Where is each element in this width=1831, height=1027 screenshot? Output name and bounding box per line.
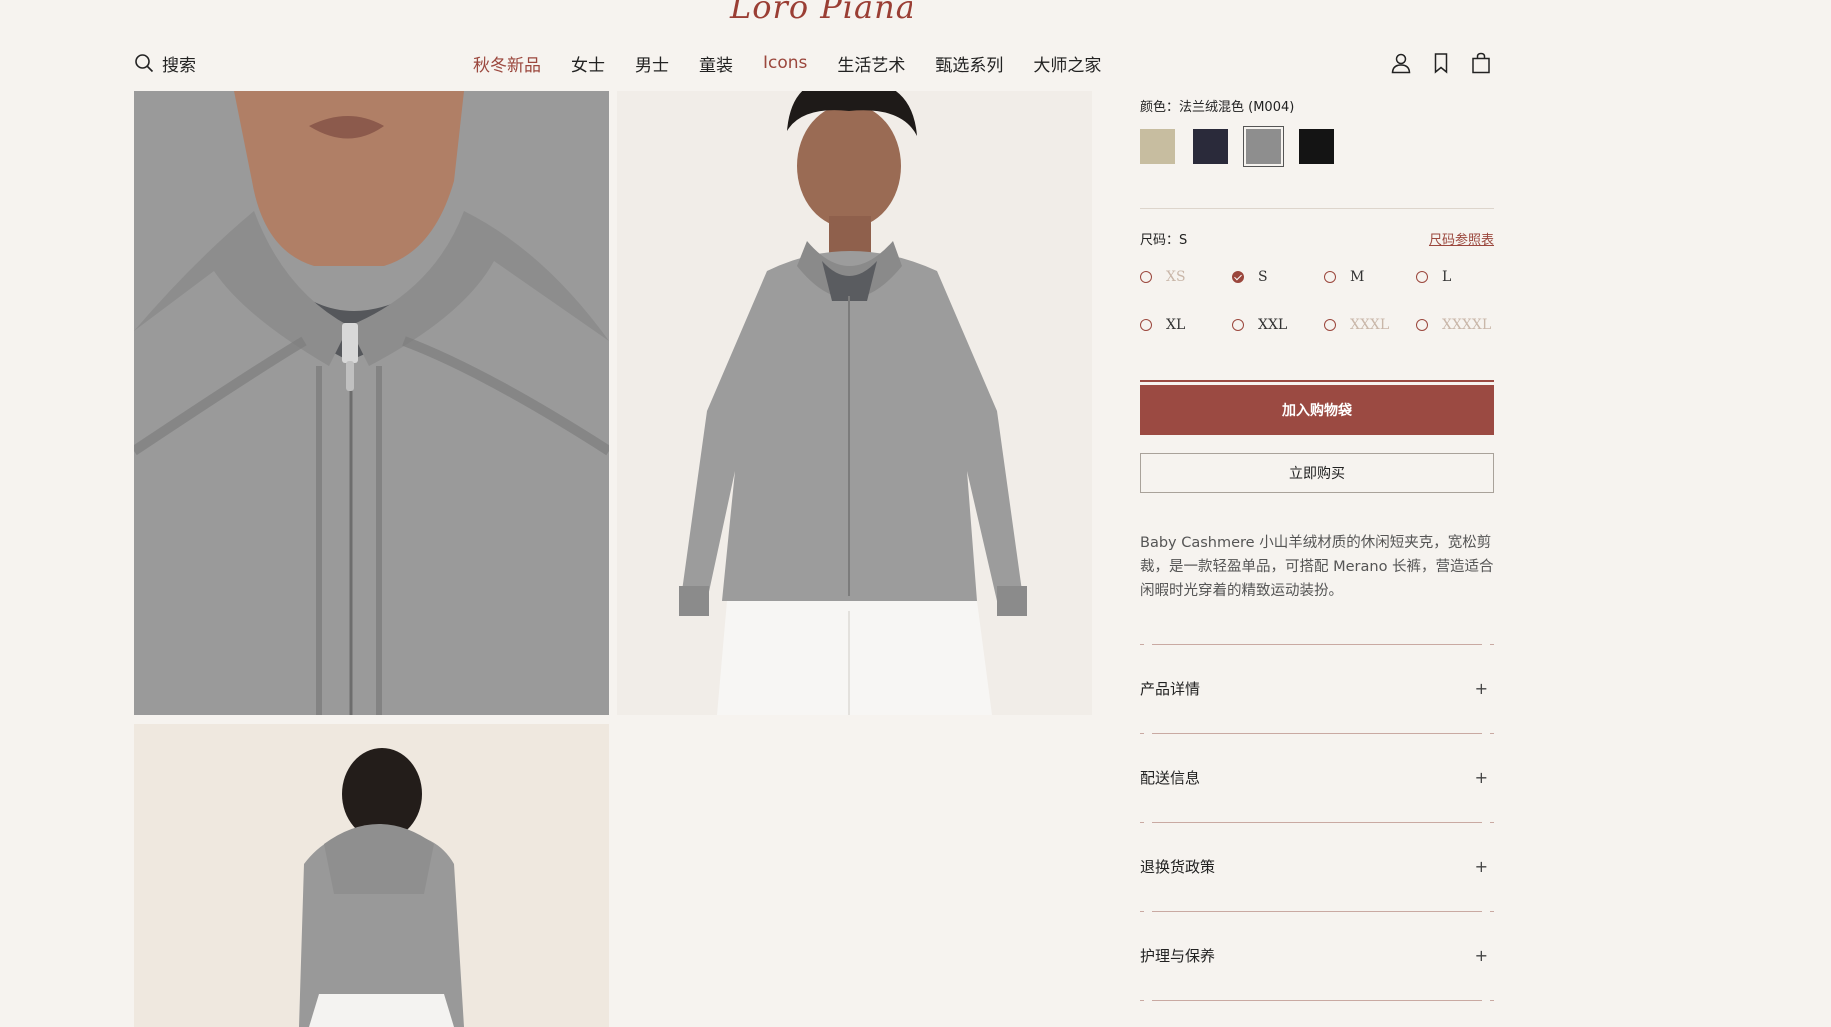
bookmark-icon[interactable]	[1430, 52, 1452, 74]
color-swatches	[1140, 126, 1334, 167]
size-option-s[interactable]: S	[1232, 269, 1268, 285]
plus-icon: +	[1474, 857, 1488, 876]
radio-icon	[1416, 319, 1428, 331]
brand-logo[interactable]: Loro Piana	[722, 0, 912, 30]
nav-item-collections[interactable]: 甄选系列	[935, 51, 1003, 76]
radio-icon	[1324, 271, 1336, 283]
swatch-beige[interactable]	[1140, 129, 1175, 164]
size-option-xxl[interactable]: XXL	[1232, 317, 1287, 333]
radio-icon	[1140, 271, 1152, 283]
divider	[1140, 208, 1494, 209]
size-guide-link[interactable]: 尺码参照表	[1429, 229, 1494, 248]
accordion-delivery[interactable]: 配送信息 +	[1140, 733, 1494, 822]
accordion-care[interactable]: 护理与保养 +	[1140, 911, 1494, 1000]
search-icon	[135, 54, 154, 73]
radio-icon	[1140, 319, 1152, 331]
radio-icon	[1232, 319, 1244, 331]
nav-item-kids[interactable]: 童装	[699, 51, 733, 76]
account-icon[interactable]	[1390, 52, 1412, 74]
product-image-front[interactable]	[617, 91, 1092, 715]
product-image-back[interactable]	[134, 724, 609, 1027]
product-description: Baby Cashmere 小山羊绒材质的休闲短夹克，宽松剪裁，是一款轻盈单品，…	[1140, 535, 1494, 599]
radio-icon	[1324, 319, 1336, 331]
plus-icon: +	[1474, 679, 1488, 698]
plus-icon: +	[1474, 946, 1488, 965]
brand-wordmark: Loro Piana	[730, 0, 912, 26]
swatch-flannel-grey[interactable]	[1243, 126, 1284, 167]
swatch-navy[interactable]	[1193, 129, 1228, 164]
search-button[interactable]: 搜索	[134, 50, 196, 76]
size-option-xl[interactable]: XL	[1140, 317, 1185, 333]
swatch-black[interactable]	[1299, 129, 1334, 164]
accordion-returns[interactable]: 退换货政策 +	[1140, 822, 1494, 911]
shopping-bag-icon[interactable]	[1470, 52, 1492, 74]
nav-item-women[interactable]: 女士	[571, 51, 605, 76]
product-image-closeup[interactable]	[134, 91, 609, 715]
nav-item-masters-house[interactable]: 大师之家	[1033, 51, 1101, 76]
size-option-xxxxl[interactable]: XXXXL	[1416, 317, 1491, 333]
radio-checked-icon	[1232, 271, 1244, 283]
accordion-divider	[1140, 1000, 1494, 1001]
plus-icon: +	[1474, 768, 1488, 787]
radio-icon	[1416, 271, 1428, 283]
size-option-xxxl[interactable]: XXXL	[1324, 317, 1389, 333]
accordion-product-details[interactable]: 产品详情 +	[1140, 644, 1494, 733]
header-tools	[1390, 50, 1492, 76]
color-label: 颜色：法兰绒混色 (M004)	[1140, 100, 1295, 115]
search-label: 搜索	[162, 55, 196, 76]
buy-now-button[interactable]: 立即购买	[1140, 453, 1494, 493]
size-option-xs[interactable]: XS	[1140, 269, 1186, 285]
size-label: 尺码：S	[1140, 233, 1188, 248]
main-nav: 秋冬新品 女士 男士 童装 Icons 生活艺术 甄选系列 大师之家	[473, 50, 1131, 76]
nav-item-men[interactable]: 男士	[635, 51, 669, 76]
nav-item-living[interactable]: 生活艺术	[837, 51, 905, 76]
size-option-m[interactable]: M	[1324, 269, 1364, 285]
nav-item-new-season[interactable]: 秋冬新品	[473, 51, 541, 76]
add-to-bag-button[interactable]: 加入购物袋	[1140, 380, 1494, 438]
size-option-l[interactable]: L	[1416, 269, 1451, 285]
nav-item-icons[interactable]: Icons	[763, 53, 807, 73]
